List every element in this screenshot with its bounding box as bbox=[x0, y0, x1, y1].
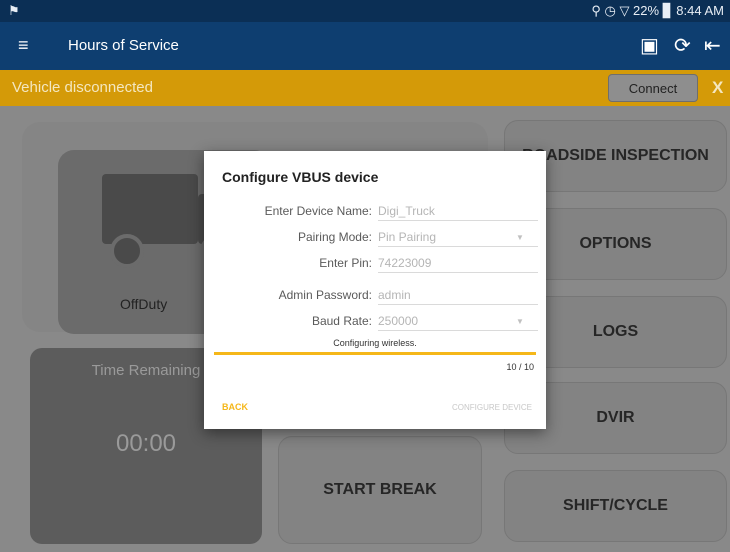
truck-wheel-shape bbox=[110, 234, 144, 268]
shift-cycle-label: SHIFT/CYCLE bbox=[563, 497, 668, 514]
pairing-mode-select[interactable]: Pin Pairing bbox=[378, 230, 538, 247]
page-title: Hours of Service bbox=[68, 37, 179, 54]
device-name-label: Enter Device Name: bbox=[264, 204, 372, 218]
start-break-label: START BREAK bbox=[323, 481, 437, 498]
menu-icon[interactable]: ≡ bbox=[18, 35, 29, 56]
export-icon[interactable]: ▣ bbox=[640, 33, 659, 58]
back-button[interactable]: BACK bbox=[222, 402, 248, 412]
duty-status-select[interactable]: OffDuty bbox=[120, 296, 167, 312]
pin-row: Enter Pin: 74223009 bbox=[204, 256, 546, 276]
notification-icon: ⚑ bbox=[8, 3, 20, 18]
dialog-title: Configure VBUS device bbox=[222, 169, 379, 185]
device-name-input[interactable]: Digi_Truck bbox=[378, 204, 538, 221]
banner-message: Vehicle disconnected bbox=[12, 79, 153, 96]
pairing-mode-row: Pairing Mode: Pin Pairing ▼ bbox=[204, 230, 546, 250]
admin-password-label: Admin Password: bbox=[278, 288, 372, 302]
admin-password-input[interactable]: admin bbox=[378, 288, 538, 305]
progress-status-text: Configuring wireless. bbox=[333, 338, 417, 348]
logout-icon[interactable]: ⇤ bbox=[704, 33, 721, 58]
baud-rate-select[interactable]: 250000 bbox=[378, 314, 538, 331]
connect-button[interactable]: Connect bbox=[608, 74, 698, 102]
baud-rate-label: Baud Rate: bbox=[311, 314, 372, 328]
progress-fill bbox=[214, 352, 536, 355]
time-remaining-value: 00:00 bbox=[115, 430, 177, 457]
shift-cycle-button[interactable]: SHIFT/CYCLE bbox=[504, 470, 727, 542]
close-banner-button[interactable]: X bbox=[712, 78, 723, 98]
start-break-button[interactable]: START BREAK bbox=[278, 436, 482, 544]
app-bar: ≡ Hours of Service ▣ ⟳ ⇤ bbox=[0, 22, 730, 70]
chevron-down-icon[interactable]: ▼ bbox=[516, 233, 524, 242]
progress-count: 10 / 10 bbox=[506, 362, 534, 372]
configure-vbus-dialog: Configure VBUS device Enter Device Name:… bbox=[204, 151, 546, 429]
pin-label: Enter Pin: bbox=[319, 256, 372, 270]
admin-password-row: Admin Password: admin bbox=[204, 288, 546, 308]
status-bar: ⚑ ⚲ ◷ ▽ 22% ▊ 8:44 AM bbox=[0, 0, 730, 22]
refresh-icon[interactable]: ⟳ bbox=[674, 33, 691, 58]
connection-banner: Vehicle disconnected Connect X bbox=[0, 70, 730, 106]
device-name-row: Enter Device Name: Digi_Truck bbox=[204, 204, 546, 224]
progress-bar bbox=[214, 352, 536, 355]
pin-input[interactable]: 74223009 bbox=[378, 256, 538, 273]
truck-icon bbox=[102, 174, 198, 244]
status-indicators: ⚲ ◷ ▽ 22% ▊ 8:44 AM bbox=[591, 3, 724, 18]
chevron-down-icon[interactable]: ▼ bbox=[516, 317, 524, 326]
configure-device-button[interactable]: CONFIGURE DEVICE bbox=[452, 403, 532, 412]
baud-rate-row: Baud Rate: 250000 ▼ bbox=[204, 314, 546, 334]
pairing-mode-label: Pairing Mode: bbox=[297, 230, 372, 244]
